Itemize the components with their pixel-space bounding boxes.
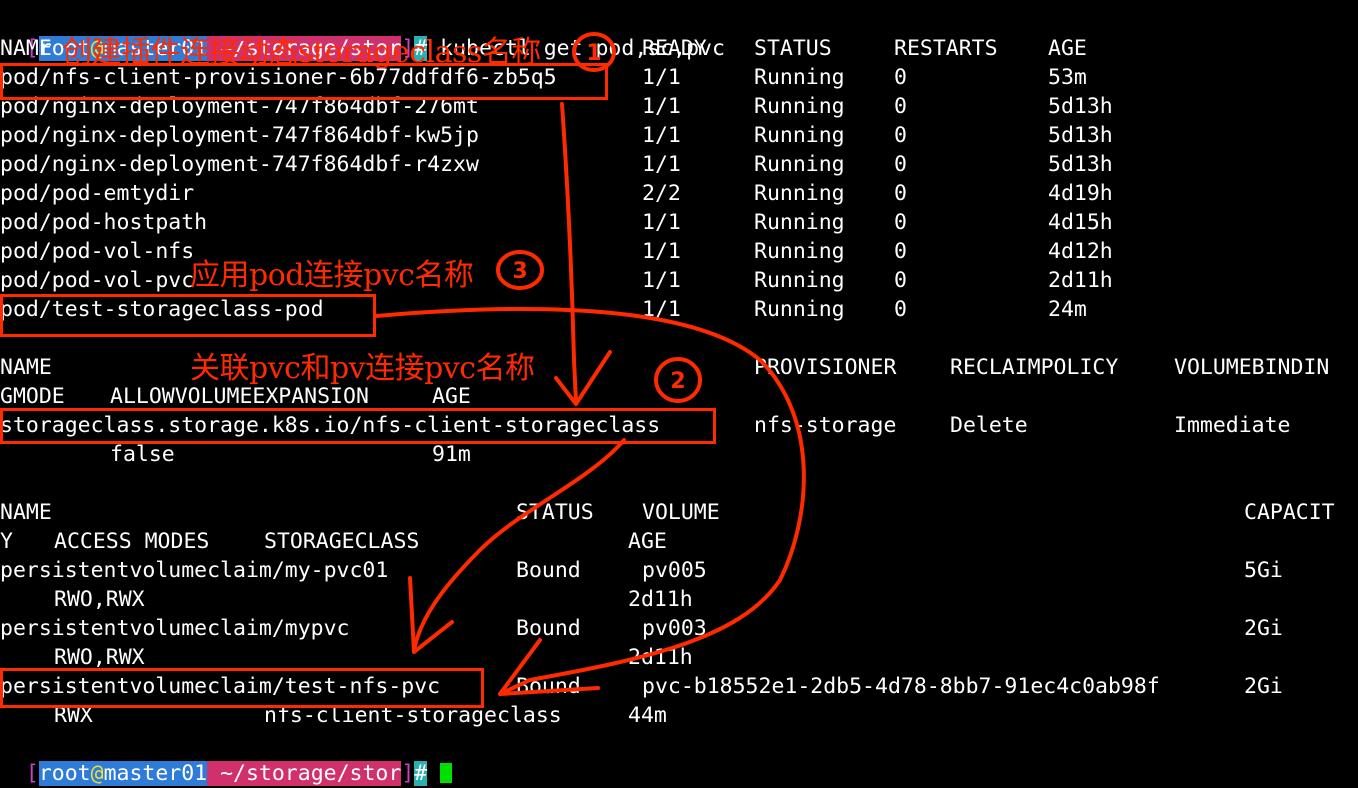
arrow-pod-to-pvc xyxy=(374,306,806,696)
annotation-arrows: 1 2 3 xyxy=(374,32,806,696)
prompt-symbol: # xyxy=(414,761,428,786)
circle-number-3-text: 3 xyxy=(512,259,527,284)
arrow-head-1 xyxy=(554,350,612,406)
prompt-path: ~/storage/stor xyxy=(207,761,402,786)
prompt-host: master01 xyxy=(103,761,208,786)
arrow-provisioner-to-sc xyxy=(560,102,578,404)
prompt-at: @ xyxy=(90,761,104,786)
circle-number-2-text: 2 xyxy=(670,369,685,394)
prompt-user: root xyxy=(38,761,91,786)
prompt-bracket-close: ] xyxy=(401,761,415,786)
terminal-cursor[interactable] xyxy=(440,763,453,783)
arrow-sc-to-pvc xyxy=(412,438,626,652)
prompt-bracket: [ xyxy=(25,761,39,786)
circle-number-1-text: 1 xyxy=(586,41,601,66)
